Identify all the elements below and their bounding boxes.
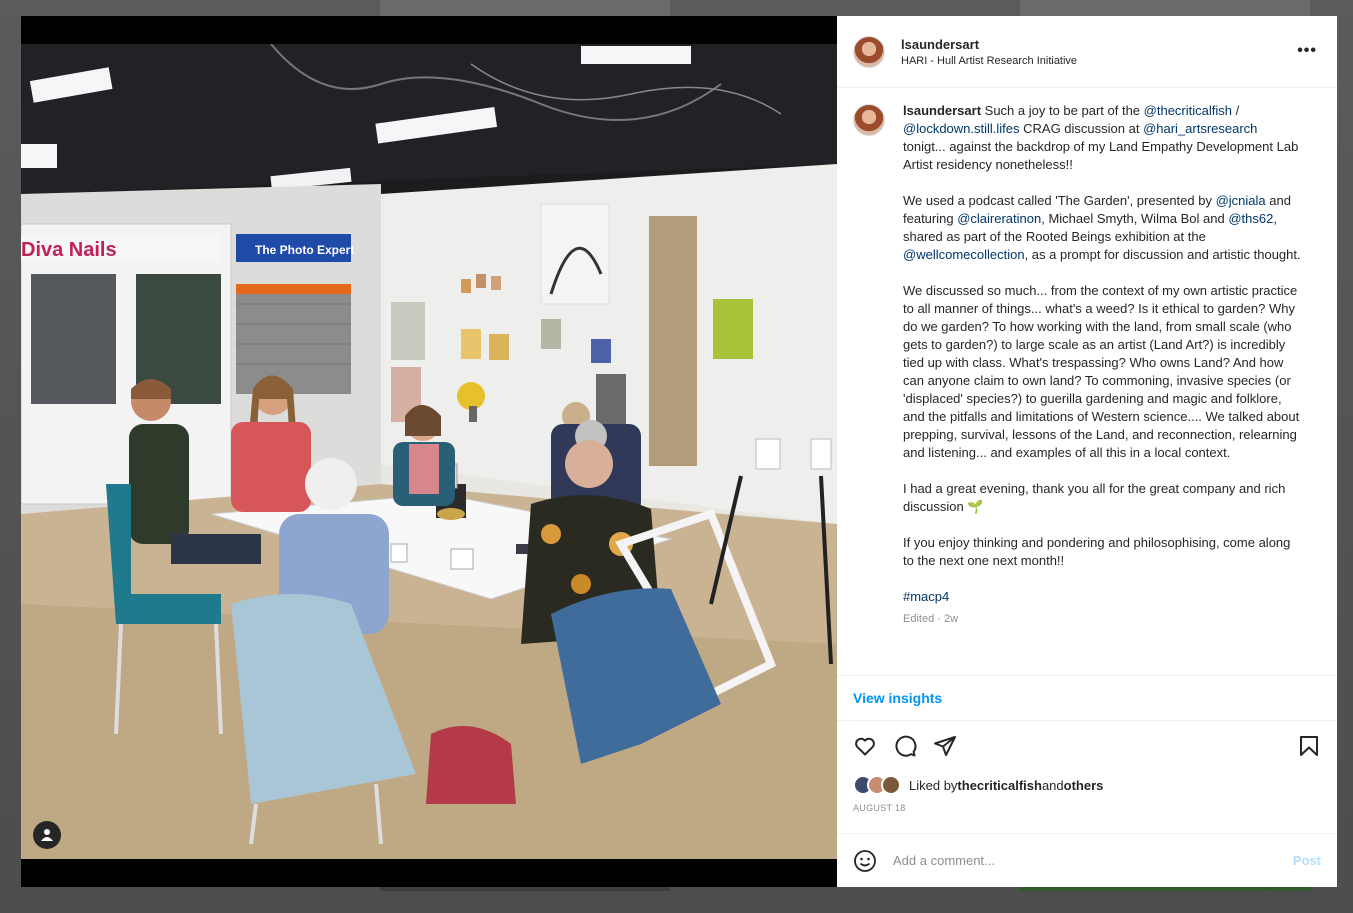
caption-text-segment: We used a podcast called 'The Garden', p… — [903, 193, 1216, 208]
liked-by-prefix: Liked by — [909, 777, 958, 793]
caption-text: lsaundersart Such a joy to be part of th… — [903, 102, 1303, 675]
caption-paragraph: We discussed so much... from the context… — [903, 283, 1300, 460]
photo-illustration: Diva Nails The Photo Expert — [21, 44, 837, 859]
caption-text-segment: CRAG discussion at — [1019, 121, 1144, 136]
emoji-icon[interactable] — [853, 849, 877, 873]
comment-input[interactable] — [893, 853, 1293, 868]
likes-summary: Liked by thecriticalfish and others — [837, 771, 1337, 799]
mention-link[interactable]: @hari_artsresearch — [1143, 121, 1257, 136]
caption-text-segment: Such a joy to be part of the — [981, 103, 1144, 118]
view-insights-link[interactable]: View insights — [853, 690, 942, 706]
post-header: lsaundersart HARI - Hull Artist Research… — [837, 16, 1337, 88]
post-modal: Diva Nails The Photo Expert lsaundersart… — [21, 16, 1337, 887]
user-tag-button[interactable] — [33, 821, 61, 849]
caption-paragraph: lsaundersart Such a joy to be part of th… — [903, 102, 1303, 174]
share-icon[interactable] — [933, 734, 957, 758]
caption-paragraph: We used a podcast called 'The Garden', p… — [903, 192, 1303, 264]
more-icon: ••• — [1297, 42, 1317, 59]
mention-link[interactable]: @thecriticalfish — [1144, 103, 1232, 118]
caption-text-segment: , as a prompt for discussion and artisti… — [1024, 247, 1301, 262]
liker-avatars[interactable] — [853, 775, 901, 795]
caption-avatar[interactable] — [853, 104, 885, 136]
post-comment-button[interactable]: Post — [1293, 853, 1321, 868]
caption-text-segment: / — [1232, 103, 1240, 118]
liked-by-mid: and — [1041, 777, 1064, 793]
post-side-panel: lsaundersart HARI - Hull Artist Research… — [837, 16, 1337, 887]
shop-sign-photo-expert: The Photo Expert — [255, 243, 354, 257]
avatar[interactable] — [853, 35, 885, 68]
edited-timestamp: Edited · 2w — [903, 613, 959, 625]
mention-link[interactable]: @ths62 — [1228, 211, 1273, 226]
heart-icon[interactable] — [853, 734, 877, 758]
mention-link[interactable]: @claireratinon — [957, 211, 1041, 226]
action-bar — [837, 721, 1337, 771]
post-date: AUGUST 18 — [853, 803, 906, 813]
mention-link[interactable]: @jcniala — [1216, 193, 1266, 208]
caption-username[interactable]: lsaundersart — [903, 103, 981, 118]
caption-text-segment: tonigt... against the backdrop of my Lan… — [903, 139, 1299, 172]
comment-composer: Post — [837, 833, 1337, 887]
background-thumbnail — [380, 0, 670, 16]
avatar — [881, 775, 901, 795]
comment-icon[interactable] — [893, 734, 917, 758]
caption-paragraph: If you enjoy thinking and pondering and … — [903, 535, 1291, 568]
caption-text-segment: , Michael Smyth, Wilma Bol and — [1041, 211, 1229, 226]
liker-username[interactable]: thecriticalfish — [957, 778, 1042, 793]
caption-area: lsaundersart Such a joy to be part of th… — [837, 88, 1337, 675]
mention-link[interactable]: @lockdown.still.lifes — [903, 121, 1020, 136]
more-options-button[interactable]: ••• — [1297, 42, 1317, 59]
mention-link[interactable]: @wellcomecollection — [903, 247, 1025, 262]
caption-paragraph: I had a great evening, thank you all for… — [903, 481, 1286, 514]
header-username[interactable]: lsaundersart — [901, 37, 1077, 52]
post-photo[interactable]: Diva Nails The Photo Expert — [21, 16, 837, 887]
header-location[interactable]: HARI - Hull Artist Research Initiative — [901, 55, 1077, 67]
shop-sign-diva: Diva Nails — [21, 239, 117, 261]
bookmark-icon[interactable] — [1297, 734, 1321, 758]
insights-bar: View insights — [837, 675, 1337, 721]
photo-scene: Diva Nails The Photo Expert — [21, 44, 837, 859]
background-thumbnail — [1020, 0, 1310, 16]
user-tag-icon — [41, 829, 53, 841]
likes-others-link[interactable]: others — [1064, 778, 1104, 793]
hashtag-paragraph: #macp4 — [903, 588, 1303, 606]
hashtag-link[interactable]: #macp4 — [903, 589, 949, 604]
